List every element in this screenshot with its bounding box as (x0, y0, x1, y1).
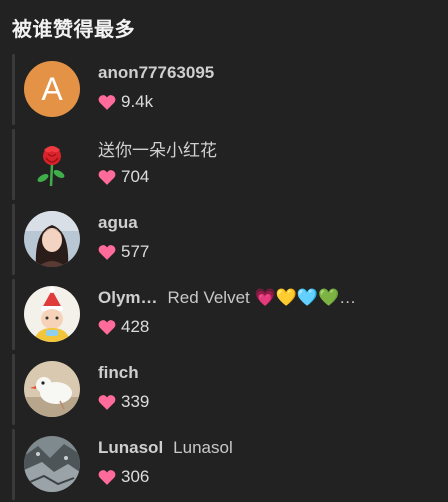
rose-icon (37, 146, 65, 187)
row-divider-bar (12, 54, 15, 125)
avatar[interactable]: A (24, 61, 80, 117)
avatar-letter: A (41, 70, 63, 107)
row-divider-bar (12, 429, 15, 500)
heart-icon (98, 170, 116, 185)
user-comment: Lunasol (173, 438, 233, 457)
like-count: 9.4k (121, 92, 154, 111)
list-item[interactable]: A anon77763095 9.4k (12, 52, 448, 127)
avatar[interactable] (24, 436, 80, 492)
user-name[interactable]: Lunasol (98, 438, 163, 458)
user-name[interactable]: anon77763095 (98, 63, 214, 83)
girl-photo (24, 211, 80, 267)
list-item[interactable]: 送你一朵小红花 704 (12, 127, 448, 202)
avatar[interactable] (24, 136, 80, 192)
like-count: 704 (121, 167, 150, 186)
avatar[interactable] (24, 286, 80, 342)
like-count: 339 (121, 392, 150, 411)
list-item[interactable]: Lunasol Lunasol 306 (12, 427, 448, 502)
user-comment: Red Velvet 💗💛🩵💚… (167, 288, 357, 307)
page-title: 被谁赞得最多 (12, 19, 135, 41)
row-divider-bar (12, 204, 15, 275)
list-item[interactable]: agua 577 (12, 202, 448, 277)
heart-icon (98, 395, 116, 410)
rock-photo (24, 436, 80, 492)
heart-icon (98, 245, 116, 260)
heart-icon (98, 470, 116, 485)
heart-icon (98, 320, 116, 335)
heart-icon (98, 95, 116, 110)
like-count: 428 (121, 317, 150, 336)
row-divider-bar (12, 354, 15, 425)
liker-list: A anon77763095 9.4k 送你一朵小红花 704 agua 577… (12, 52, 448, 502)
row-divider-bar (12, 129, 15, 200)
avatar[interactable] (24, 361, 80, 417)
list-item[interactable]: Olym… Red Velvet 💗💛🩵💚… 428 (12, 277, 448, 352)
avatar[interactable] (24, 211, 80, 267)
child-photo (24, 286, 80, 342)
user-name[interactable]: Olym… (98, 288, 158, 308)
bird-photo (24, 361, 80, 417)
row-divider-bar (12, 279, 15, 350)
user-name[interactable]: agua (98, 213, 138, 233)
like-count: 577 (121, 242, 150, 261)
user-name[interactable]: finch (98, 363, 139, 383)
like-count: 306 (121, 467, 150, 486)
list-item[interactable]: finch 339 (12, 352, 448, 427)
user-name[interactable]: 送你一朵小红花 (98, 136, 217, 161)
